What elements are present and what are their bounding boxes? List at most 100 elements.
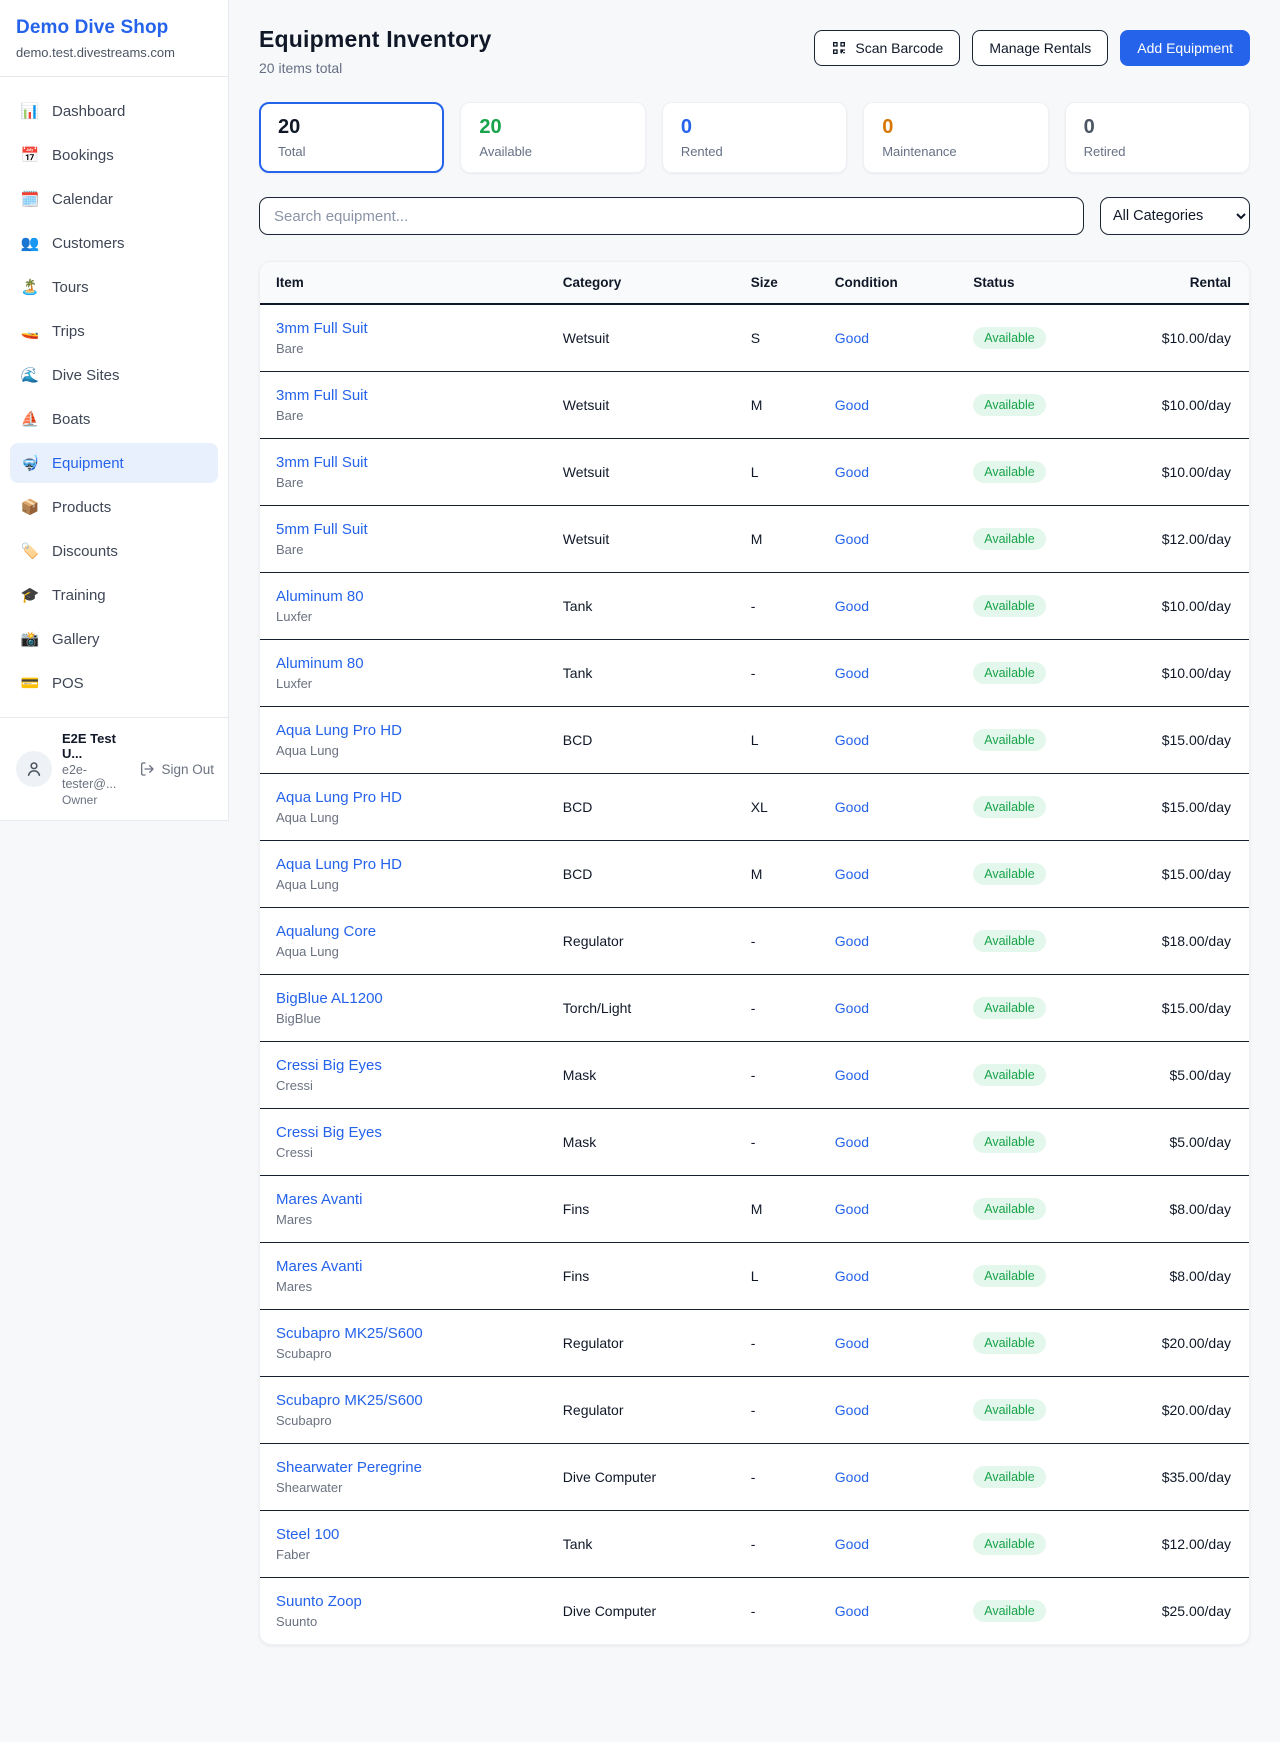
stat-card[interactable]: 0 Retired: [1065, 102, 1250, 173]
table-row[interactable]: Cressi Big Eyes Cressi Mask - Good Avail…: [260, 1109, 1249, 1176]
item-brand: Luxfer: [276, 676, 531, 691]
item-rental-rate: $5.00/day: [1120, 1042, 1249, 1109]
item-condition-link[interactable]: Good: [819, 908, 957, 975]
item-condition-link[interactable]: Good: [819, 1578, 957, 1645]
sidebar-item[interactable]: 📊 Dashboard: [10, 91, 218, 131]
table-row[interactable]: Aqualung Core Aqua Lung Regulator - Good…: [260, 908, 1249, 975]
table-row[interactable]: 5mm Full Suit Bare Wetsuit M Good Availa…: [260, 506, 1249, 573]
item-condition-link[interactable]: Good: [819, 774, 957, 841]
item-condition-link[interactable]: Good: [819, 304, 957, 372]
item-condition-link[interactable]: Good: [819, 372, 957, 439]
stat-card[interactable]: 20 Available: [460, 102, 645, 173]
sidebar-item-label: Calendar: [52, 191, 113, 208]
sidebar-item[interactable]: 🗓️ Calendar: [10, 179, 218, 219]
item-brand: Bare: [276, 408, 531, 423]
search-input[interactable]: [259, 197, 1084, 235]
table-row[interactable]: Shearwater Peregrine Shearwater Dive Com…: [260, 1444, 1249, 1511]
item-condition-link[interactable]: Good: [819, 439, 957, 506]
scan-barcode-button[interactable]: Scan Barcode: [814, 30, 960, 66]
table-row[interactable]: 3mm Full Suit Bare Wetsuit L Good Availa…: [260, 439, 1249, 506]
table-row[interactable]: 3mm Full Suit Bare Wetsuit S Good Availa…: [260, 304, 1249, 372]
item-name-link[interactable]: Scubapro MK25/S600: [276, 1325, 531, 1342]
sidebar-item[interactable]: 🚤 Trips: [10, 311, 218, 351]
item-name-link[interactable]: Cressi Big Eyes: [276, 1124, 531, 1141]
sidebar-item[interactable]: 🏷️ Discounts: [10, 531, 218, 571]
sidebar-item-icon: 🤿: [20, 454, 40, 472]
item-name-link[interactable]: 3mm Full Suit: [276, 320, 531, 337]
item-name-link[interactable]: 3mm Full Suit: [276, 454, 531, 471]
sidebar-item[interactable]: 🌊 Dive Sites: [10, 355, 218, 395]
table-row[interactable]: Scubapro MK25/S600 Scubapro Regulator - …: [260, 1377, 1249, 1444]
item-name-link[interactable]: Suunto Zoop: [276, 1593, 531, 1610]
item-name-link[interactable]: Aluminum 80: [276, 655, 531, 672]
status-cell: Available: [957, 707, 1120, 774]
sidebar-item[interactable]: 🤿 Equipment: [10, 443, 218, 483]
item-condition-link[interactable]: Good: [819, 640, 957, 707]
item-category: Tank: [547, 640, 735, 707]
stat-card[interactable]: 20 Total: [259, 102, 444, 173]
table-row[interactable]: BigBlue AL1200 BigBlue Torch/Light - Goo…: [260, 975, 1249, 1042]
item-name-link[interactable]: Cressi Big Eyes: [276, 1057, 531, 1074]
item-condition-link[interactable]: Good: [819, 506, 957, 573]
item-name-link[interactable]: 3mm Full Suit: [276, 387, 531, 404]
item-name-link[interactable]: Aqualung Core: [276, 923, 531, 940]
table-row[interactable]: 3mm Full Suit Bare Wetsuit M Good Availa…: [260, 372, 1249, 439]
table-row[interactable]: Aluminum 80 Luxfer Tank - Good Available…: [260, 640, 1249, 707]
sidebar-item[interactable]: 🏝️ Tours: [10, 267, 218, 307]
table-row[interactable]: Aqua Lung Pro HD Aqua Lung BCD L Good Av…: [260, 707, 1249, 774]
item-brand: Cressi: [276, 1145, 531, 1160]
item-name-link[interactable]: Aqua Lung Pro HD: [276, 856, 531, 873]
table-row[interactable]: Mares Avanti Mares Fins M Good Available…: [260, 1176, 1249, 1243]
item-name-link[interactable]: Aqua Lung Pro HD: [276, 722, 531, 739]
item-name-link[interactable]: BigBlue AL1200: [276, 990, 531, 1007]
manage-rentals-button[interactable]: Manage Rentals: [972, 30, 1108, 66]
sign-out-button[interactable]: Sign Out: [139, 761, 214, 777]
item-condition-link[interactable]: Good: [819, 1511, 957, 1578]
item-condition-link[interactable]: Good: [819, 573, 957, 640]
item-condition-link[interactable]: Good: [819, 1377, 957, 1444]
table-row[interactable]: Aqua Lung Pro HD Aqua Lung BCD XL Good A…: [260, 774, 1249, 841]
item-name-link[interactable]: Mares Avanti: [276, 1258, 531, 1275]
item-category: Wetsuit: [547, 506, 735, 573]
table-row[interactable]: Mares Avanti Mares Fins L Good Available…: [260, 1243, 1249, 1310]
item-condition-link[interactable]: Good: [819, 1176, 957, 1243]
sidebar-item[interactable]: 🎓 Training: [10, 575, 218, 615]
item-category: Torch/Light: [547, 975, 735, 1042]
sidebar-item[interactable]: 📦 Products: [10, 487, 218, 527]
item-condition-link[interactable]: Good: [819, 1243, 957, 1310]
item-name-link[interactable]: Aluminum 80: [276, 588, 531, 605]
table-row[interactable]: Suunto Zoop Suunto Dive Computer - Good …: [260, 1578, 1249, 1645]
item-condition-link[interactable]: Good: [819, 707, 957, 774]
sidebar-item[interactable]: ⛵ Boats: [10, 399, 218, 439]
item-condition-link[interactable]: Good: [819, 1109, 957, 1176]
table-row[interactable]: Scubapro MK25/S600 Scubapro Regulator - …: [260, 1310, 1249, 1377]
item-name-link[interactable]: 5mm Full Suit: [276, 521, 531, 538]
item-cell: Aluminum 80 Luxfer: [260, 573, 547, 640]
table-row[interactable]: Aqua Lung Pro HD Aqua Lung BCD M Good Av…: [260, 841, 1249, 908]
item-name-link[interactable]: Scubapro MK25/S600: [276, 1392, 531, 1409]
category-select[interactable]: All Categories: [1100, 197, 1250, 235]
item-name-link[interactable]: Mares Avanti: [276, 1191, 531, 1208]
sidebar-item[interactable]: 👥 Customers: [10, 223, 218, 263]
sidebar-item[interactable]: 💳 POS: [10, 663, 218, 703]
item-category: BCD: [547, 841, 735, 908]
item-condition-link[interactable]: Good: [819, 1042, 957, 1109]
table-row[interactable]: Cressi Big Eyes Cressi Mask - Good Avail…: [260, 1042, 1249, 1109]
scan-barcode-label: Scan Barcode: [855, 40, 943, 56]
stat-card[interactable]: 0 Maintenance: [863, 102, 1048, 173]
add-equipment-button[interactable]: Add Equipment: [1120, 30, 1250, 66]
table-row[interactable]: Aluminum 80 Luxfer Tank - Good Available…: [260, 573, 1249, 640]
col-rental: Rental: [1120, 262, 1249, 304]
item-condition-link[interactable]: Good: [819, 1444, 957, 1511]
item-name-link[interactable]: Shearwater Peregrine: [276, 1459, 531, 1476]
item-condition-link[interactable]: Good: [819, 975, 957, 1042]
sidebar-item[interactable]: 📅 Bookings: [10, 135, 218, 175]
item-condition-link[interactable]: Good: [819, 841, 957, 908]
stat-card[interactable]: 0 Rented: [662, 102, 847, 173]
item-brand: Suunto: [276, 1614, 531, 1629]
sidebar-item[interactable]: 📸 Gallery: [10, 619, 218, 659]
item-name-link[interactable]: Aqua Lung Pro HD: [276, 789, 531, 806]
item-name-link[interactable]: Steel 100: [276, 1526, 531, 1543]
table-row[interactable]: Steel 100 Faber Tank - Good Available $1…: [260, 1511, 1249, 1578]
item-condition-link[interactable]: Good: [819, 1310, 957, 1377]
